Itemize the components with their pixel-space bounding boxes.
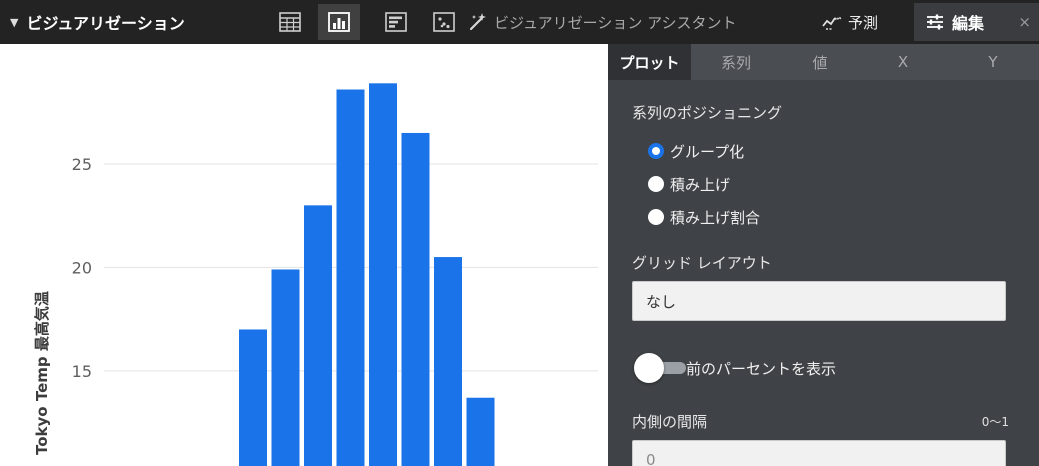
close-icon[interactable]: × [1018,3,1031,41]
visualization-assistant-label: ビジュアリゼーション アシスタント [494,13,737,32]
radio-stacked-percent-label: 積み上げ割合 [670,208,761,227]
magic-wand-icon [469,13,486,31]
y-tick-label: 20 [72,258,92,277]
grid-layout-value: なし [646,292,677,311]
radio-unchecked-icon [648,209,664,225]
scatter-view-button[interactable] [430,4,458,40]
show-previous-percent-label: 前のパーセントを表示 [686,359,837,378]
table-icon [279,12,301,32]
horizontal-bar-chart-icon [385,12,407,32]
forecast-label: 予測 [848,13,879,32]
toggle-switch[interactable] [634,353,686,383]
y-tick-label: 15 [72,362,92,381]
visualization-title-label: ビジュアリゼーション [26,14,185,33]
bar [239,329,267,466]
bar [466,397,495,466]
bar-chart-icon [328,12,350,32]
tune-sliders-icon [927,14,943,30]
bar [434,257,462,466]
inner-spacing-label: 内側の間隔 [632,413,708,431]
bar [401,132,430,466]
visualization-toolbar: ▼ ビジュアリゼーション ビジュアリゼーション アシスタント 予測 編集 × [0,0,1039,44]
scatter-icon [433,12,455,32]
edit-panel-tabs: プロット 系列 値 X Y [608,44,1039,80]
collapse-caret-icon[interactable]: ▼ [10,16,18,29]
forecast-button[interactable]: 予測 [822,0,878,44]
forecast-icon [822,15,842,30]
y-axis-label: Tokyo Temp 最高気温 [33,291,51,455]
tab-x[interactable]: X [859,44,947,80]
grid-layout-label: グリッド レイアウト [632,254,772,272]
inner-spacing-value: 0 [646,451,656,466]
bar [369,83,397,466]
bar [271,269,300,466]
bar [336,89,365,466]
radio-grouped-label: グループ化 [670,142,745,161]
tab-y[interactable]: Y [947,44,1039,80]
bar-chart-view-button[interactable] [318,4,360,40]
radio-unchecked-icon [648,176,664,192]
table-view-button[interactable] [276,4,304,40]
show-previous-percent-toggle[interactable]: 前のパーセントを表示 [634,353,836,383]
radio-grouped[interactable]: グループ化 [648,140,744,162]
chart-canvas: 15 20 25 Tokyo Temp 最高気温 [33,83,598,466]
visualization-assistant-button[interactable]: ビジュアリゼーション アシスタント [468,0,737,44]
inner-spacing-range: 0〜1 [981,415,1009,429]
series-positioning-label: 系列のポジショニング [632,104,783,122]
bar [304,205,332,466]
y-tick-label: 25 [72,155,92,174]
row-chart-view-button[interactable] [382,4,410,40]
visualization-title[interactable]: ▼ ビジュアリゼーション [10,0,185,44]
radio-stacked-label: 積み上げ [670,175,731,194]
toggle-knob [634,353,664,383]
radio-stacked[interactable]: 積み上げ [648,173,730,195]
tab-values[interactable]: 値 [781,44,859,80]
radio-stacked-percent[interactable]: 積み上げ割合 [648,206,760,228]
tab-plot[interactable]: プロット [608,44,691,80]
edit-panel: プロット 系列 値 X Y 系列のポジショニング グループ化 積み上げ 積み上げ… [608,44,1039,466]
edit-label: 編集 [952,14,985,33]
radio-checked-icon [648,143,664,159]
inner-spacing-input[interactable]: 0 [632,440,1006,466]
grid-layout-select[interactable]: なし [632,281,1006,321]
tab-series[interactable]: 系列 [691,44,781,80]
bar-chart: 15 20 25 Tokyo Temp 最高気温 [0,44,608,466]
edit-tab-button[interactable]: 編集 × [914,3,1039,41]
